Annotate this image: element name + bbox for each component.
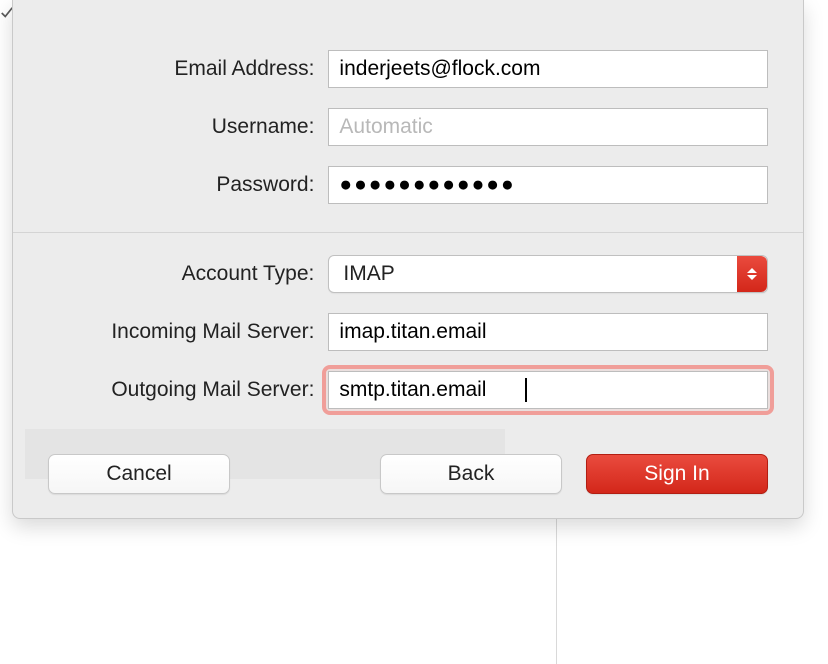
email-address-input[interactable]	[328, 50, 768, 88]
incoming-server-input[interactable]	[328, 313, 768, 351]
password-input[interactable]	[328, 166, 768, 204]
account-type-select[interactable]: IMAP	[328, 255, 768, 293]
account-type-label: Account Type:	[48, 262, 328, 286]
outgoing-server-label: Outgoing Mail Server:	[48, 378, 328, 402]
account-type-value: IMAP	[329, 262, 767, 286]
cancel-button[interactable]: Cancel	[48, 454, 230, 494]
updown-stepper-icon	[737, 256, 767, 292]
password-label: Password:	[48, 173, 328, 197]
username-label: Username:	[48, 115, 328, 139]
text-cursor	[525, 378, 527, 402]
username-input[interactable]	[328, 108, 768, 146]
button-bar: Cancel Back Sign In	[48, 454, 768, 494]
back-button[interactable]: Back	[380, 454, 562, 494]
background-divider	[556, 518, 557, 664]
account-setup-sheet: Email Address: Username: Password: Accou…	[12, 0, 804, 519]
email-label: Email Address:	[48, 57, 328, 81]
credentials-section: Email Address: Username: Password:	[13, 0, 803, 233]
signin-button[interactable]: Sign In	[586, 454, 768, 494]
outgoing-server-input[interactable]	[328, 371, 768, 409]
incoming-server-label: Incoming Mail Server:	[48, 320, 328, 344]
